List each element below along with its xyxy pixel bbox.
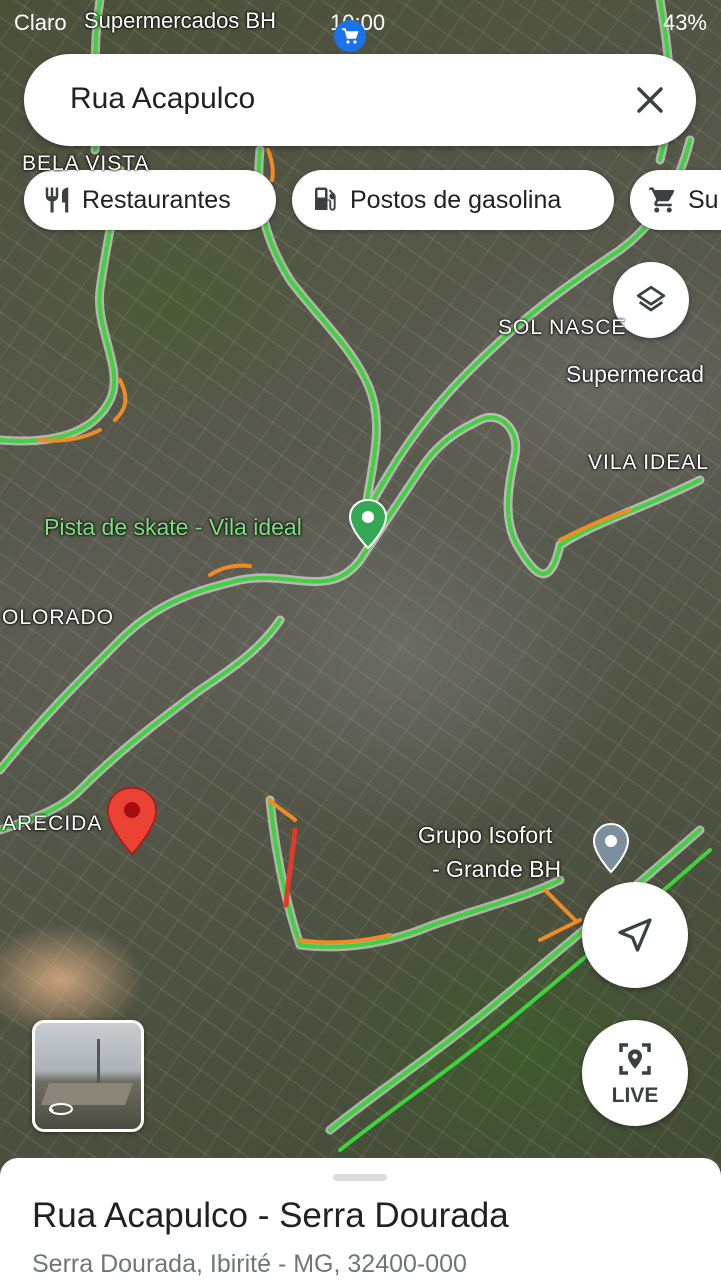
- gas-station-icon: [315, 187, 336, 211]
- layers-icon: [636, 285, 666, 312]
- search-query[interactable]: Rua Acapulco: [70, 82, 255, 116]
- area-label: OLORADO: [2, 606, 115, 629]
- poi-label-skate[interactable]: Pista de skate - Vila ideal: [44, 514, 302, 541]
- poi-label: Supermercad: [566, 361, 705, 387]
- chip-label: Restaurantes: [82, 185, 231, 214]
- sheet-drag-handle[interactable]: [333, 1174, 387, 1181]
- chip-label: Postos de gasolina: [350, 185, 562, 214]
- live-pin-icon: [619, 1043, 651, 1075]
- shopping-cart-icon: [649, 187, 675, 213]
- park-pin-icon[interactable]: [348, 498, 388, 550]
- rotate-360-icon: [49, 1103, 73, 1115]
- battery-label: 43%: [662, 10, 707, 35]
- my-location-button[interactable]: [582, 882, 688, 988]
- close-icon[interactable]: [626, 76, 674, 124]
- map-label-supermarket: Supermercados BH: [84, 8, 276, 33]
- street-view-thumbnail[interactable]: [32, 1020, 144, 1132]
- place-address: Serra Dourada, Ibirité - MG, 32400-000: [32, 1250, 467, 1278]
- poi-label-isofort[interactable]: Grupo Isofort: [418, 822, 552, 849]
- poi-label-isofort-2[interactable]: - Grande BH: [432, 856, 561, 883]
- business-pin-icon[interactable]: [592, 822, 630, 874]
- chip-restaurants[interactable]: Restaurantes: [24, 170, 276, 230]
- live-view-button[interactable]: LIVE: [582, 1020, 688, 1126]
- shopping-cart-pin-icon[interactable]: [332, 18, 368, 54]
- search-bar[interactable]: Rua Acapulco: [24, 54, 696, 146]
- area-label: BELA VISTA: [22, 152, 150, 175]
- fork-knife-icon: [45, 187, 69, 213]
- live-label: LIVE: [611, 1084, 659, 1107]
- place-title: Rua Acapulco - Serra Dourada: [32, 1196, 509, 1235]
- navigation-arrow-icon: [618, 918, 652, 952]
- chip-supermarkets[interactable]: Su: [630, 170, 721, 230]
- area-label: SOL NASCE: [498, 316, 627, 339]
- chip-label: Su: [688, 185, 719, 214]
- chip-gas-stations[interactable]: Postos de gasolina: [292, 170, 614, 230]
- location-pin-icon[interactable]: [106, 786, 158, 856]
- carrier-label: Claro: [14, 10, 67, 35]
- area-label: ARECIDA: [2, 812, 103, 835]
- area-label: VILA IDEAL: [588, 451, 709, 474]
